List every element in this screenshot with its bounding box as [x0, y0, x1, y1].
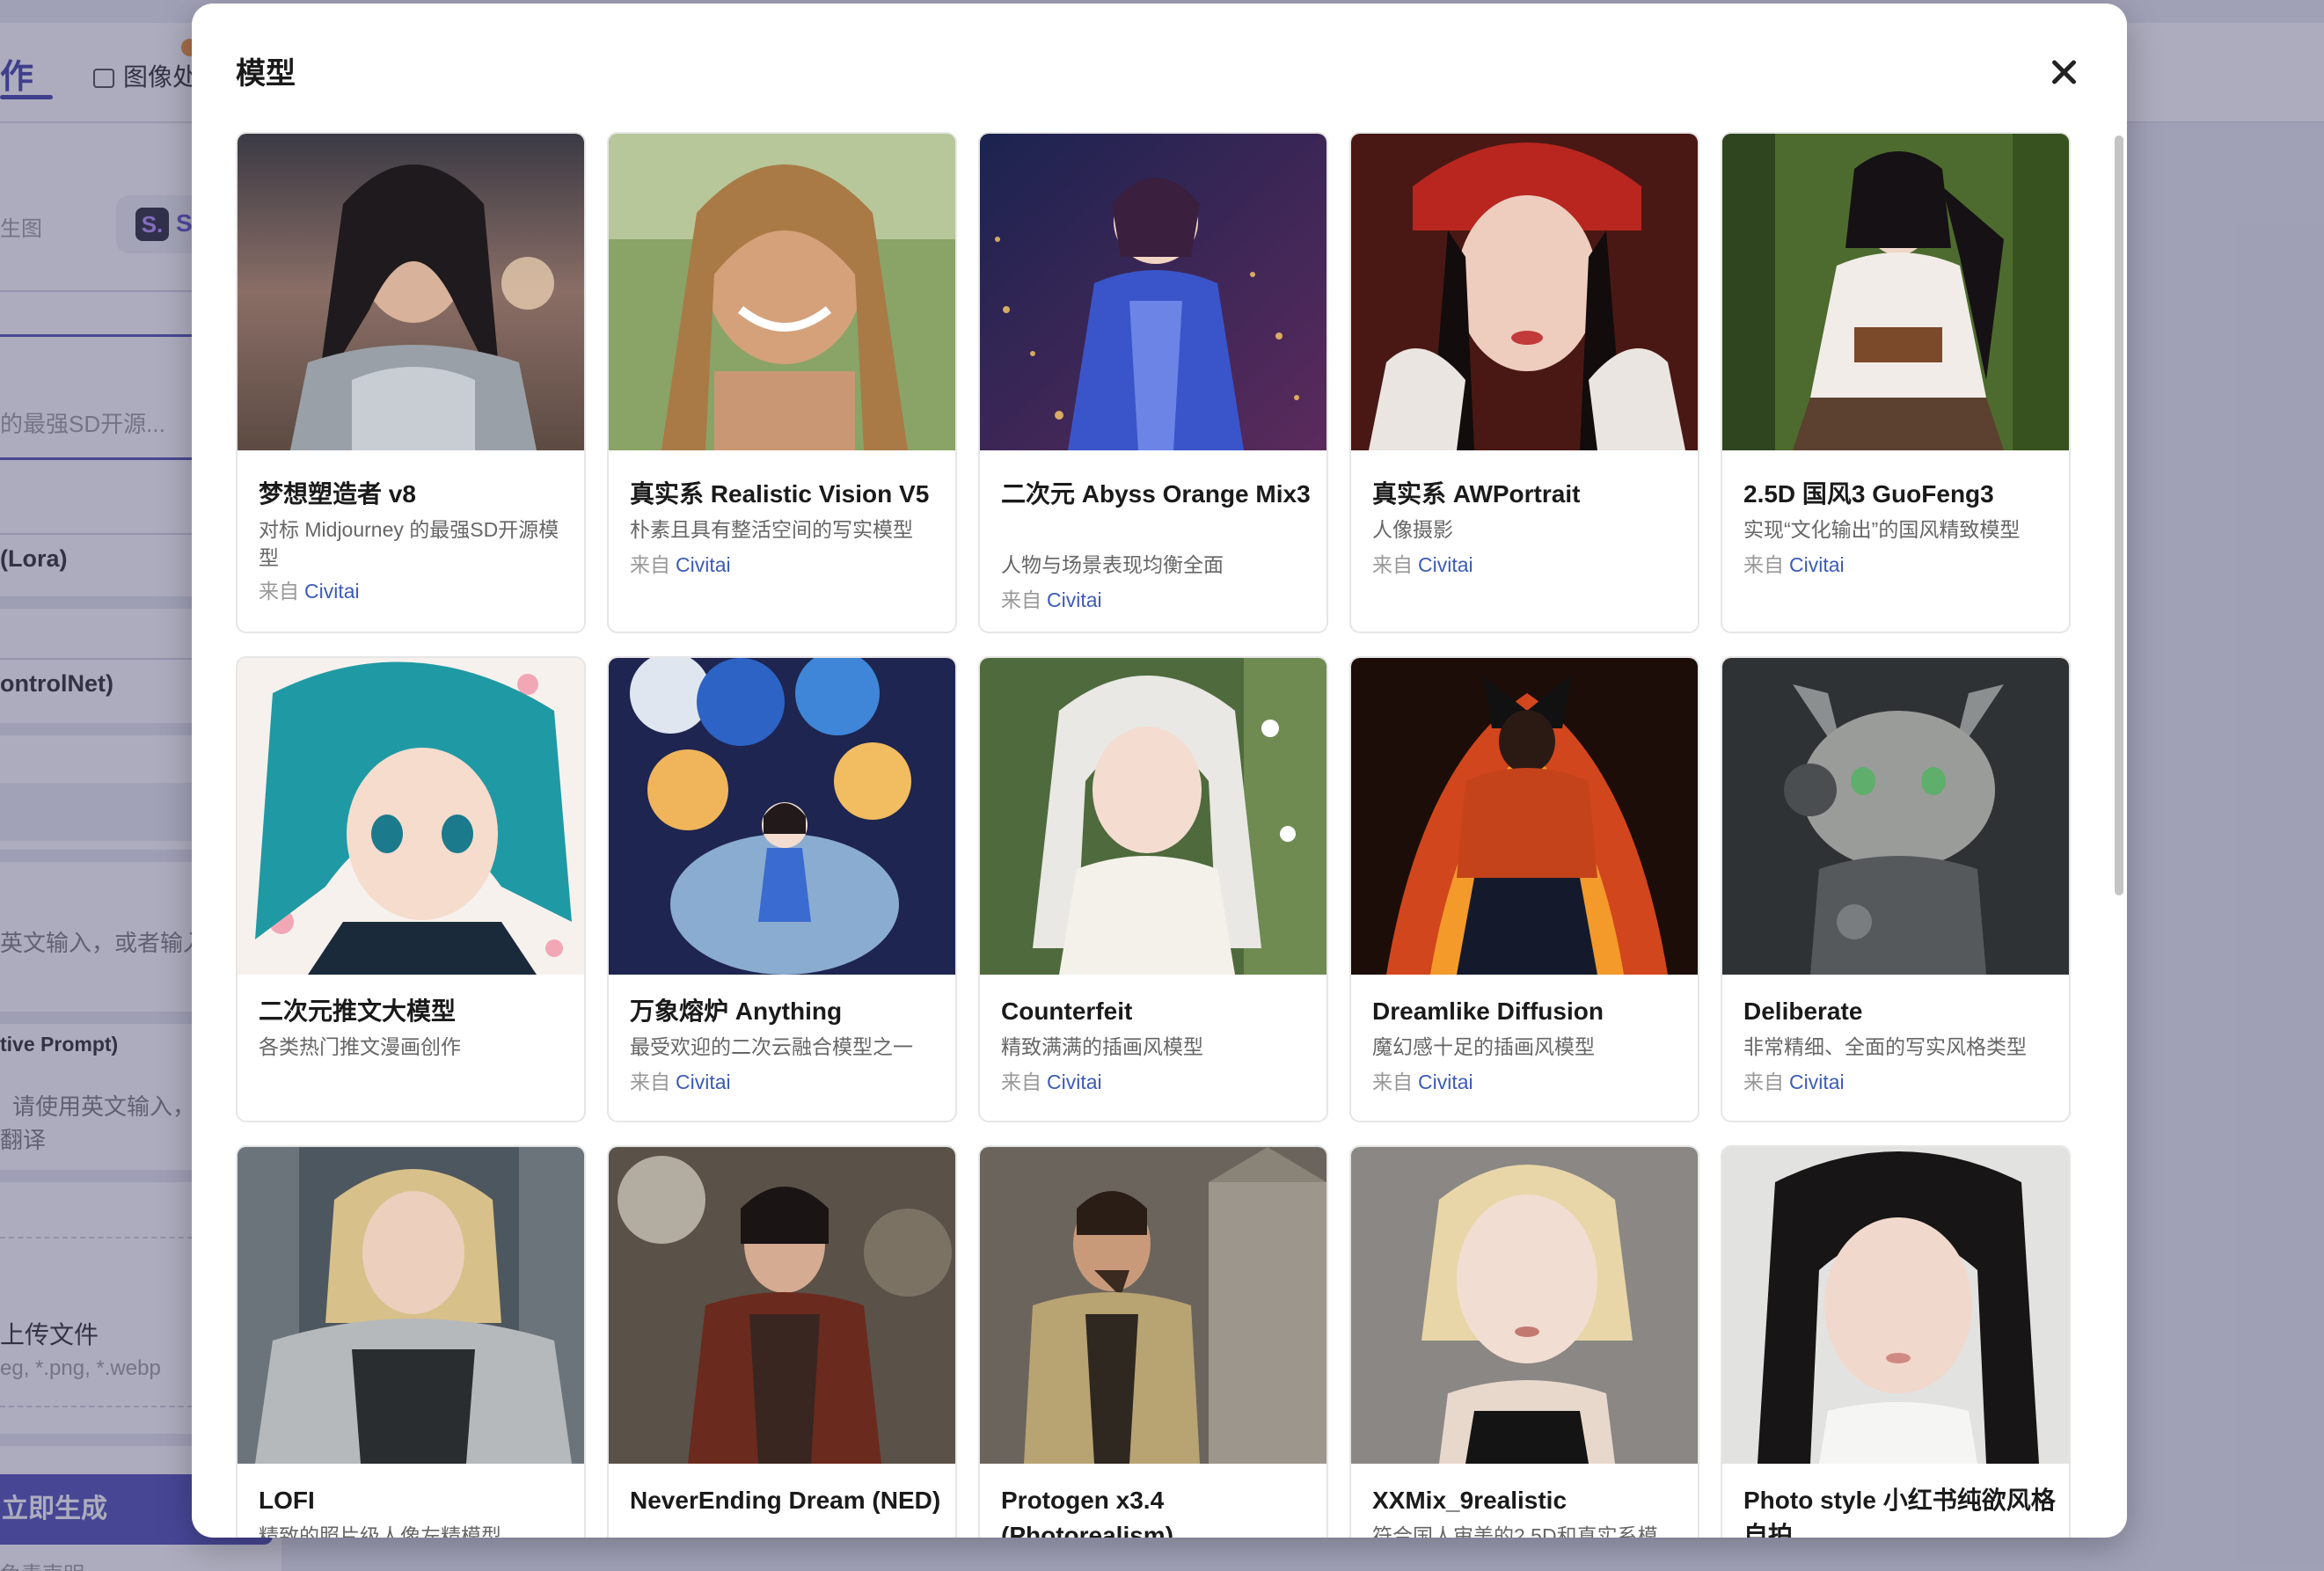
model-card-desc: 符合国人审美的2.5D和真实系模 [1372, 1524, 1658, 1538]
model-thumbnail [238, 658, 584, 975]
source-link[interactable]: Civitai [1789, 553, 1845, 576]
model-card-title: 2.5D 国风3 GuoFeng3 [1743, 480, 1994, 508]
model-card-title: NeverEnding Dream (NED) [630, 1487, 941, 1514]
model-card-title: 二次元 Abyss Orange Mix3 [1001, 480, 1311, 508]
source-prefix: 来自 [630, 1070, 670, 1093]
model-card-source: 来自 Civitai [259, 577, 360, 605]
model-card[interactable]: Photo style 小红书纯欲风格自拍 [1721, 1145, 2071, 1538]
source-link[interactable]: Civitai [1418, 553, 1473, 576]
model-card-title: XXMix_9realistic [1372, 1487, 1568, 1514]
model-card-title: Photo style 小红书纯欲风格自拍 [1743, 1487, 2056, 1538]
close-icon[interactable] [2044, 53, 2083, 91]
model-card[interactable]: Dreamlike Diffusion 魔幻感十足的插画风模型 来自 Civita… [1349, 656, 1699, 1122]
model-thumbnail [609, 1147, 955, 1464]
model-card[interactable]: LOFI 精致的照片级人像左精模型 [236, 1145, 586, 1538]
model-thumbnail [980, 658, 1326, 975]
model-card-title: Dreamlike Diffusion [1372, 997, 1604, 1025]
source-link[interactable]: Civitai [1047, 588, 1102, 611]
model-thumbnail [1722, 134, 2069, 450]
model-card-source: 来自 Civitai [630, 1068, 731, 1096]
source-link[interactable]: Civitai [676, 553, 731, 576]
model-card-desc: 朴素且具有整活空间的写实模型 [630, 518, 913, 541]
model-card[interactable]: 万象熔炉 Anything 最受欢迎的二次云融合模型之一 来自 Civitai [607, 656, 957, 1122]
model-card-source: 来自 Civitai [1001, 586, 1102, 614]
source-prefix: 来自 [259, 580, 299, 603]
model-card-desc: 各类热门推文漫画创作 [259, 1035, 461, 1058]
model-card-source: 来自 Civitai [1743, 551, 1845, 579]
model-card-desc: 人像摄影 [1372, 518, 1453, 541]
model-card[interactable]: XXMix_9realistic 符合国人审美的2.5D和真实系模 [1349, 1145, 1699, 1538]
model-thumbnail [1351, 1147, 1698, 1464]
model-card[interactable]: 2.5D 国风3 GuoFeng3 实现“文化输出”的国风精致模型 来自 Civi… [1721, 132, 2071, 633]
source-prefix: 来自 [1372, 553, 1413, 576]
model-card[interactable]: Deliberate 非常精细、全面的写实风格类型 来自 Civitai [1721, 656, 2071, 1122]
model-card-title: 万象熔炉 Anything [630, 997, 843, 1025]
model-thumbnail [609, 658, 955, 975]
model-card-source: 来自 Civitai [630, 551, 731, 579]
model-card-desc: 实现“文化输出”的国风精致模型 [1743, 518, 2021, 541]
model-card-title: 真实系 AWPortrait [1372, 480, 1581, 508]
model-card[interactable]: 梦想塑造者 v8 对标 Midjourney 的最强SD开源模型 来自 Civit… [236, 132, 586, 633]
model-thumbnail [238, 134, 584, 450]
model-card[interactable]: 二次元推文大模型 各类热门推文漫画创作 [236, 656, 586, 1122]
model-card-source: 来自 Civitai [1372, 1068, 1473, 1096]
model-thumbnail [1722, 1147, 2069, 1464]
source-prefix: 来自 [1001, 1070, 1041, 1093]
modal-scrollbar[interactable] [2115, 135, 2123, 895]
model-card-desc: 非常精细、全面的写实风格类型 [1743, 1035, 2027, 1058]
source-link[interactable]: Civitai [676, 1070, 731, 1093]
source-link[interactable]: Civitai [1418, 1070, 1473, 1093]
model-thumbnail [609, 134, 955, 450]
model-card-title: LOFI [259, 1487, 315, 1514]
model-card-desc: 精致的照片级人像左精模型 [259, 1524, 501, 1538]
model-card-title: Counterfeit [1001, 997, 1133, 1025]
model-card-desc: 精致满满的插画风模型 [1001, 1035, 1203, 1058]
model-thumbnail [238, 1147, 584, 1464]
model-card-source: 来自 Civitai [1372, 551, 1473, 579]
model-card-desc: 对标 Midjourney 的最强SD开源模型 [259, 518, 559, 569]
modal-title: 模型 [236, 57, 296, 91]
source-prefix: 来自 [1001, 588, 1041, 611]
model-thumbnail [1351, 658, 1698, 975]
model-card-title: 真实系 Realistic Vision V5 [630, 480, 930, 508]
model-thumbnail [980, 134, 1326, 450]
model-thumbnail [1722, 658, 2069, 975]
model-card[interactable]: 真实系 Realistic Vision V5 朴素且具有整活空间的写实模型 来… [607, 132, 957, 633]
source-prefix: 来自 [1372, 1070, 1413, 1093]
model-card-title: 梦想塑造者 v8 [259, 480, 416, 508]
model-card[interactable]: 真实系 AWPortrait 人像摄影 来自 Civitai [1349, 132, 1699, 633]
model-card-title: Deliberate [1743, 997, 1863, 1025]
model-card-desc: 人物与场景表现均衡全面 [1001, 553, 1224, 576]
model-card-title: Protogen x3.4 (Photorealism) [1001, 1487, 1174, 1538]
source-prefix: 来自 [630, 553, 670, 576]
model-card-desc: 最受欢迎的二次云融合模型之一 [630, 1035, 913, 1058]
model-card-source: 来自 Civitai [1743, 1068, 1845, 1096]
source-link[interactable]: Civitai [304, 580, 360, 603]
model-select-modal: 模型 梦想塑造者 v8 对标 Midjourney 的最强SD开源模型 来自 Ci… [192, 4, 2127, 1538]
model-card[interactable]: Counterfeit 精致满满的插画风模型 来自 Civitai [978, 656, 1328, 1122]
model-card[interactable]: 二次元 Abyss Orange Mix3 人物与场景表现均衡全面 来自 Civi… [978, 132, 1328, 633]
model-card-title: 二次元推文大模型 [259, 997, 457, 1025]
model-card-desc: 魔幻感十足的插画风模型 [1372, 1035, 1595, 1058]
source-link[interactable]: Civitai [1789, 1070, 1845, 1093]
source-prefix: 来自 [1743, 1070, 1784, 1093]
model-thumbnail [1351, 134, 1698, 450]
model-thumbnail [980, 1147, 1326, 1464]
model-card[interactable]: NeverEnding Dream (NED) [607, 1145, 957, 1538]
model-card-source: 来自 Civitai [1001, 1068, 1102, 1096]
source-link[interactable]: Civitai [1047, 1070, 1102, 1093]
source-prefix: 来自 [1743, 553, 1784, 576]
model-card[interactable]: Protogen x3.4 (Photorealism) [978, 1145, 1328, 1538]
